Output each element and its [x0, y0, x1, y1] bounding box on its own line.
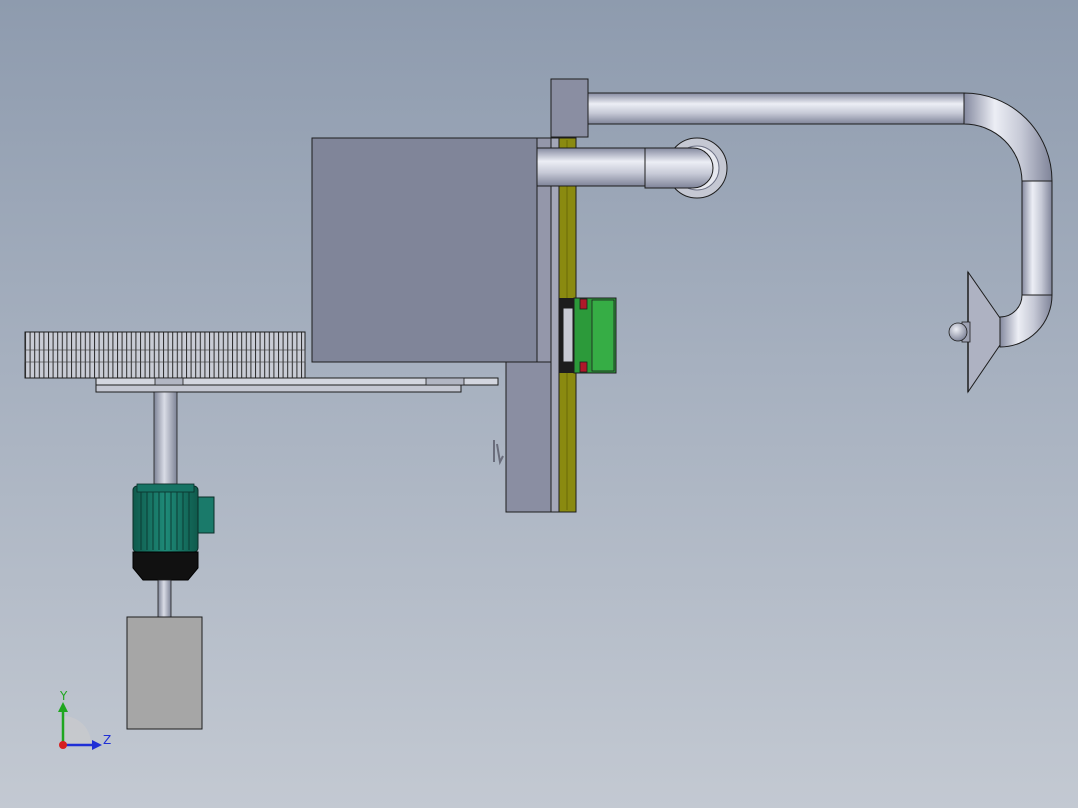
lower-shaft	[157, 579, 172, 619]
cad-viewport[interactable]: Y Z	[0, 0, 1078, 808]
support-plate	[95, 377, 499, 393]
nozzle-knob	[948, 322, 968, 342]
assembly-drawing: Y Z	[24, 78, 1053, 750]
short-pipe	[536, 147, 648, 187]
pipe-elbow-end	[644, 137, 728, 199]
panel-lower-block	[505, 361, 552, 513]
base-block	[126, 616, 203, 730]
slider-carriage	[559, 297, 617, 374]
suction-hood	[948, 270, 1001, 394]
panel-strip	[550, 137, 560, 513]
x-axis-point	[59, 741, 67, 749]
motor-base	[132, 551, 199, 581]
hook-feature	[493, 440, 504, 466]
motor-terminal-box	[197, 496, 215, 534]
housing-box	[311, 137, 538, 363]
top-mount-block	[550, 78, 589, 138]
z-axis-label: Z	[103, 733, 111, 747]
coordinate-triad: Y Z	[58, 689, 111, 750]
gear	[24, 331, 306, 379]
slider-stop-top	[579, 298, 588, 310]
motor	[132, 483, 215, 581]
y-axis-label: Y	[59, 689, 68, 703]
drive-shaft	[153, 391, 178, 485]
slider-stop-bottom	[579, 361, 588, 373]
